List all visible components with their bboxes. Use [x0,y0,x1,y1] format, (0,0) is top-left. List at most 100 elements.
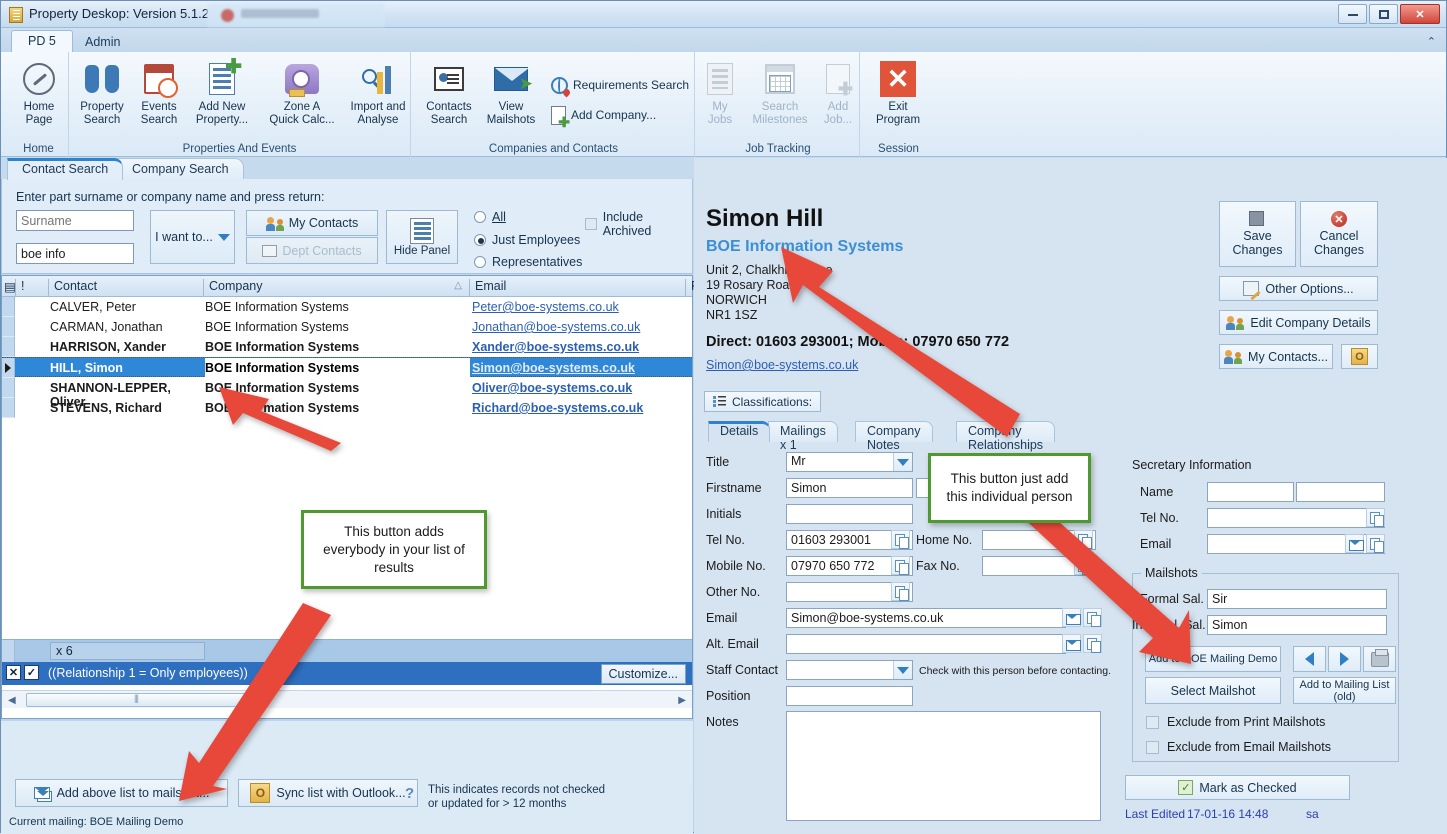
arrow-left-icon [1305,652,1314,666]
tab-details[interactable]: Details [708,421,771,442]
table-row[interactable]: HILL, Simon BOE Information Systems Simo… [2,357,692,378]
secretary-tel-input[interactable] [1207,508,1385,528]
secretary-name2-input[interactable] [1296,482,1385,502]
checkbox-indicator [1146,715,1159,729]
cell-email[interactable]: Xander@boe-systems.co.uk [472,340,687,354]
table-row[interactable]: CARMAN, Jonathan BOE Information Systems… [2,317,692,337]
ribbon-item-add-new-property[interactable]: ✚ Add New Property... [183,57,261,127]
title-dropdown[interactable]: Mr [786,452,913,472]
ribbon-item-contacts-search[interactable]: Contacts Search [416,57,482,127]
ribbon-item-view-mailshots[interactable]: ➤ View Mailshots [478,57,544,127]
firstname-input[interactable] [786,478,913,498]
last-edited-user: sa [1306,807,1319,821]
copy-icon[interactable] [891,582,910,601]
initials-input[interactable] [786,504,913,524]
grid-header-contact[interactable]: Contact [49,279,204,297]
next-button[interactable] [1328,646,1361,672]
ribbon-item-home-page[interactable]: Home Page [6,57,72,127]
i-want-to-button[interactable]: I want to... [150,210,235,264]
check-icon: ✓ [1178,780,1194,795]
save-changes-button[interactable]: Save Changes [1219,201,1296,267]
row-indicator [2,337,15,357]
radio-all[interactable]: All [474,210,506,224]
print-button[interactable] [1363,646,1396,672]
company-input[interactable] [16,243,134,264]
customize-button[interactable]: Customize... [600,664,686,684]
ribbon-item-search-milestones[interactable]: Search Milestones [745,57,815,127]
cell-email[interactable]: Peter@boe-systems.co.uk [472,300,687,314]
position-input[interactable] [786,686,913,706]
my-contacts-button[interactable]: My Contacts [246,210,378,236]
ribbon-item-zone-a-quick-calc[interactable]: Zone A Quick Calc... [263,57,341,127]
select-mailshot-button[interactable]: Select Mailshot [1145,677,1281,704]
chevron-down-icon[interactable] [893,661,912,679]
mark-as-checked-button[interactable]: ✓ Mark as Checked [1125,775,1350,800]
cell-email[interactable]: Simon@boe-systems.co.uk [472,361,687,375]
maximize-button[interactable] [1369,4,1398,24]
table-row[interactable]: CALVER, Peter BOE Information Systems Pe… [2,297,692,317]
copy-icon[interactable] [1366,534,1385,553]
horizontal-scrollbar[interactable]: ◀ ▶ [2,690,692,708]
people-icon [1224,349,1243,364]
filter-remove-button[interactable]: ✕ [6,665,21,680]
add-to-mailing-list-old-button[interactable]: Add to Mailing List (old) [1293,677,1396,704]
exclude-email-checkbox[interactable]: Exclude from Email Mailshots [1146,740,1331,754]
tab-contact-search[interactable]: Contact Search [7,158,124,180]
radio-representatives[interactable]: Representatives [474,255,582,269]
radio-all-label: All [492,210,506,224]
send-mail-icon[interactable] [1345,534,1364,553]
copy-icon[interactable] [1366,508,1385,527]
annotation-callout-add-individual: This button just add this individual per… [928,453,1091,523]
ribbon-item-requirements-search[interactable]: Requirements Search [551,74,689,97]
ribbon-tab-pd5[interactable]: PD 5 [11,30,73,54]
cancel-changes-button[interactable]: ✕ Cancel Changes [1300,201,1378,267]
checkbox-include-archived[interactable]: Include Archived [585,210,692,238]
ribbon-item-add-company[interactable]: ✚ Add Company... [551,104,656,129]
chevron-down-icon[interactable] [893,453,912,471]
table-row[interactable]: HARRISON, Xander BOE Information Systems… [2,337,692,357]
ribbon-collapse-icon[interactable]: ⌃ [1427,35,1436,48]
grid-header-exclamation[interactable]: ! [16,279,49,297]
cell-email[interactable]: Richard@boe-systems.co.uk [472,401,687,415]
help-icon[interactable]: ? [405,785,414,802]
formal-sal-input[interactable] [1207,589,1387,609]
scroll-left-icon[interactable]: ◀ [8,695,16,706]
ribbon-item-exit-program[interactable]: ✕ Exit Program [865,57,931,127]
annotation-arrow-to-contact-name [781,247,1020,437]
grid-header-company[interactable]: Company △ [204,279,470,297]
dept-contacts-button[interactable]: Dept Contacts [246,237,378,264]
ribbon-item-import-analyse[interactable]: Import and Analyse [342,57,414,127]
other-options-button[interactable]: Other Options... [1219,276,1378,301]
copy-icon[interactable] [891,556,910,575]
previous-button[interactable] [1293,646,1326,672]
close-button[interactable]: ✕ [1400,4,1440,24]
cell-email[interactable]: Jonathan@boe-systems.co.uk [472,320,687,334]
minimize-button[interactable] [1338,4,1367,24]
radio-just-employees-label: Just Employees [492,233,581,247]
ribbon-item-add-job[interactable]: ✚ Add Job... [815,57,861,127]
hide-panel-button[interactable]: Hide Panel [386,210,458,264]
cell-contact: HILL, Simon [50,361,205,375]
label-other-no: Other No. [706,585,761,599]
scroll-right-icon[interactable]: ▶ [678,695,686,706]
copy-icon[interactable] [891,530,910,549]
outlook-button[interactable]: O [1341,344,1378,369]
grid-header-email[interactable]: Email [470,279,686,297]
secretary-name-input[interactable] [1207,482,1294,502]
surname-input[interactable] [16,210,134,231]
notes-textarea[interactable] [786,711,1101,821]
filter-enabled-checkbox[interactable]: ✓ [24,665,39,680]
cell-contact: HARRISON, Xander [50,340,166,354]
my-contacts-detail-button[interactable]: My Contacts... [1219,344,1333,369]
staff-contact-dropdown[interactable] [786,660,913,680]
tab-company-search[interactable]: Company Search [117,158,244,180]
ribbon-item-my-jobs[interactable]: My Jobs [695,57,745,127]
exclude-print-checkbox[interactable]: Exclude from Print Mailshots [1146,715,1325,729]
edit-company-details-button[interactable]: Edit Company Details [1219,310,1378,335]
radio-just-employees[interactable]: Just Employees [474,233,580,247]
cell-email[interactable]: Oliver@boe-systems.co.uk [472,381,687,395]
informal-sal-input[interactable] [1207,615,1387,635]
grid-header-indicator[interactable]: ▤ [2,279,16,297]
row-indicator [2,317,15,337]
select-mailshot-label: Select Mailshot [1170,683,1256,698]
